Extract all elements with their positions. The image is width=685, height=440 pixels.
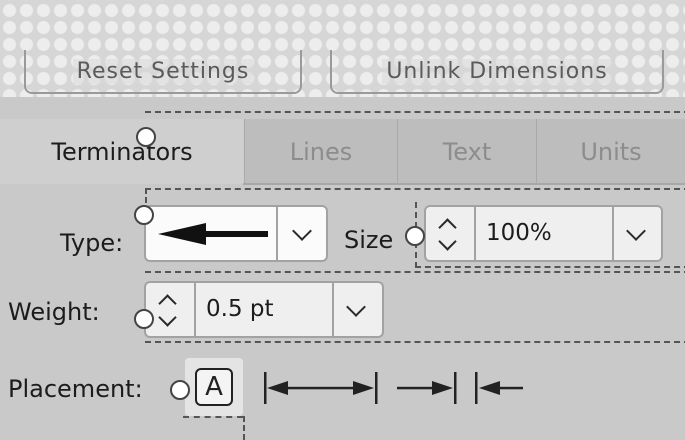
size-value[interactable]: 100% <box>486 220 552 246</box>
weight-label: Weight: <box>8 298 100 326</box>
guide-dashed-line <box>145 341 685 343</box>
tab-lines-label: Lines <box>289 137 353 166</box>
arrow-left-icon <box>158 223 268 245</box>
tab-units-label: Units <box>580 137 642 166</box>
chevron-down-icon <box>346 297 366 317</box>
tab-lines[interactable]: Lines <box>244 119 397 184</box>
size-label: Size <box>344 226 394 254</box>
guide-dashed-line <box>145 188 685 190</box>
unlink-dimensions-label: Unlink Dimensions <box>382 58 612 84</box>
tab-text[interactable]: Text <box>397 119 536 184</box>
placement-label: Placement: <box>8 375 143 403</box>
inside-arrows-icon[interactable] <box>397 370 527 406</box>
tab-units[interactable]: Units <box>536 119 685 184</box>
decrement-icon[interactable] <box>438 232 457 251</box>
unlink-dimensions-button[interactable]: Unlink Dimensions <box>330 50 664 94</box>
auto-letter: A <box>205 372 223 402</box>
chevron-down-icon <box>292 221 312 241</box>
type-label: Type: <box>60 229 124 257</box>
guide-dashed-line <box>145 271 685 273</box>
anchor-handle <box>134 205 154 225</box>
tab-terminators[interactable]: Terminators <box>0 119 244 184</box>
tab-text-label: Text <box>442 137 492 166</box>
weight-combo[interactable]: 0.5 pt <box>144 281 384 338</box>
anchor-handle <box>405 226 425 246</box>
outside-arrows-icon[interactable] <box>262 370 382 406</box>
tab-bar: Terminators Lines Text Units <box>0 119 685 184</box>
reset-settings-label: Reset Settings <box>72 58 254 84</box>
chevron-down-icon <box>626 221 646 241</box>
anchor-handle <box>170 380 190 400</box>
weight-value[interactable]: 0.5 pt <box>206 296 274 322</box>
size-combo[interactable]: 100% <box>424 205 663 262</box>
auto-icon[interactable]: A <box>195 368 233 406</box>
guide-dashed-line <box>145 111 685 113</box>
anchor-handle <box>134 309 154 329</box>
tab-terminators-label: Terminators <box>51 137 193 166</box>
reset-settings-button[interactable]: Reset Settings <box>24 50 302 94</box>
guide-dashed-line <box>243 416 245 440</box>
tab-panel-border <box>243 183 685 185</box>
guide-dashed-line <box>183 416 243 418</box>
type-dropdown[interactable] <box>144 205 328 262</box>
decrement-icon[interactable] <box>158 308 177 327</box>
anchor-handle <box>136 127 156 147</box>
